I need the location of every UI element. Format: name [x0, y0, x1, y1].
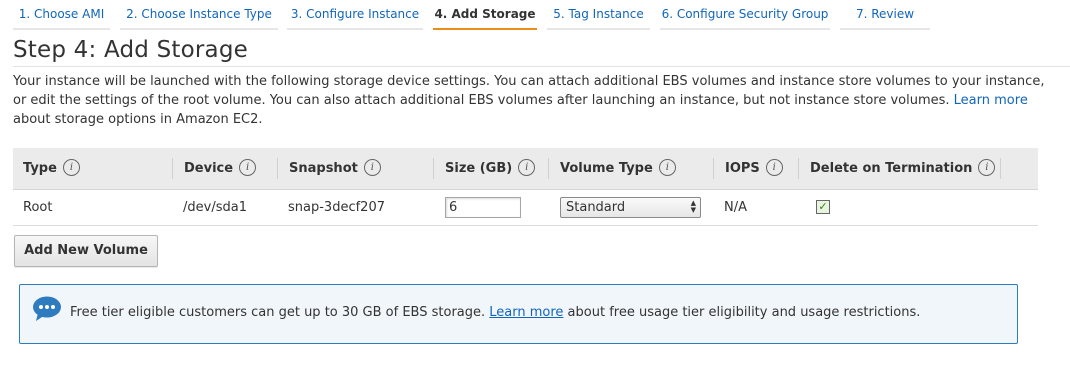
- step-add-storage[interactable]: 4. Add Storage: [433, 0, 537, 30]
- info-icon[interactable]: i: [518, 159, 536, 176]
- header-type: Type i: [23, 148, 80, 189]
- cell-snapshot: snap-3decf207: [288, 200, 385, 215]
- speech-bubble-icon: [33, 296, 61, 321]
- table-row: Root /dev/sda1 snap-3decf207 6 Standard …: [13, 190, 1038, 226]
- header-label: Device: [184, 161, 234, 176]
- column-divider: [798, 158, 799, 179]
- step-choose-instance-type[interactable]: 2. Choose Instance Type: [120, 0, 278, 30]
- column-divider: [713, 158, 714, 179]
- step-configure-security-group[interactable]: 6. Configure Security Group: [660, 0, 830, 30]
- step-review[interactable]: 7. Review: [840, 0, 930, 30]
- header-label: Delete on Termination: [810, 161, 973, 176]
- learn-more-link[interactable]: Learn more: [954, 93, 1028, 108]
- description-text: Your instance will be launched with the …: [13, 74, 1045, 108]
- header-device: Device i: [184, 148, 257, 189]
- volume-type-select[interactable]: Standard ▲ ▼: [560, 197, 701, 218]
- notice-text: Free tier eligible customers can get up …: [70, 305, 490, 320]
- header-delete-on-termination: Delete on Termination i: [810, 148, 996, 189]
- notice-text-end: about free usage tier eligibility and us…: [563, 305, 921, 320]
- header-snapshot: Snapshot i: [289, 148, 381, 189]
- size-input[interactable]: 6: [445, 197, 521, 218]
- info-icon[interactable]: i: [62, 159, 80, 176]
- header-label: Volume Type: [560, 161, 653, 176]
- title-divider: [13, 66, 1070, 67]
- header-label: Snapshot: [289, 161, 358, 176]
- notice-message: Free tier eligible customers can get up …: [70, 305, 920, 320]
- header-volume-type: Volume Type i: [560, 148, 676, 189]
- checkmark-icon: ✓: [818, 200, 828, 213]
- up-down-arrows-icon: ▲ ▼: [690, 199, 696, 214]
- info-icon[interactable]: i: [765, 159, 783, 176]
- cell-type: Root: [23, 200, 53, 215]
- step-choose-ami[interactable]: 1. Choose AMI: [13, 0, 110, 30]
- header-label: Type: [23, 161, 57, 176]
- column-divider: [1000, 158, 1001, 179]
- info-icon[interactable]: i: [978, 159, 996, 176]
- info-icon[interactable]: i: [239, 159, 257, 176]
- delete-on-termination-checkbox[interactable]: ✓: [816, 200, 830, 214]
- volume-type-value: Standard: [566, 200, 626, 215]
- info-icon[interactable]: i: [658, 159, 676, 176]
- step-tag-instance[interactable]: 5. Tag Instance: [547, 0, 650, 30]
- add-new-volume-button[interactable]: Add New Volume: [14, 235, 158, 267]
- wizard-steps: 1. Choose AMI 2. Choose Instance Type 3.…: [0, 0, 1070, 30]
- column-divider: [433, 158, 434, 179]
- cell-iops: N/A: [724, 200, 747, 215]
- header-label: IOPS: [725, 161, 760, 176]
- header-label: Size (GB): [445, 161, 513, 176]
- column-divider: [172, 158, 173, 179]
- cell-device: /dev/sda1: [183, 200, 247, 215]
- header-iops: IOPS i: [725, 148, 783, 189]
- table-header: Type i Device i Snapshot i Size (GB) i Volum…: [13, 148, 1038, 190]
- info-icon[interactable]: i: [363, 159, 381, 176]
- header-size: Size (GB) i: [445, 148, 536, 189]
- step-configure-instance[interactable]: 3. Configure Instance: [287, 0, 423, 30]
- description-text-end: about storage options in Amazon EC2.: [13, 112, 263, 127]
- free-tier-notice: Free tier eligible customers can get up …: [19, 284, 1018, 344]
- notice-learn-more-link[interactable]: Learn more: [489, 305, 563, 320]
- column-divider: [277, 158, 278, 179]
- page-title: Step 4: Add Storage: [13, 37, 249, 63]
- page-description: Your instance will be launched with the …: [13, 72, 1058, 129]
- column-divider: [548, 158, 549, 179]
